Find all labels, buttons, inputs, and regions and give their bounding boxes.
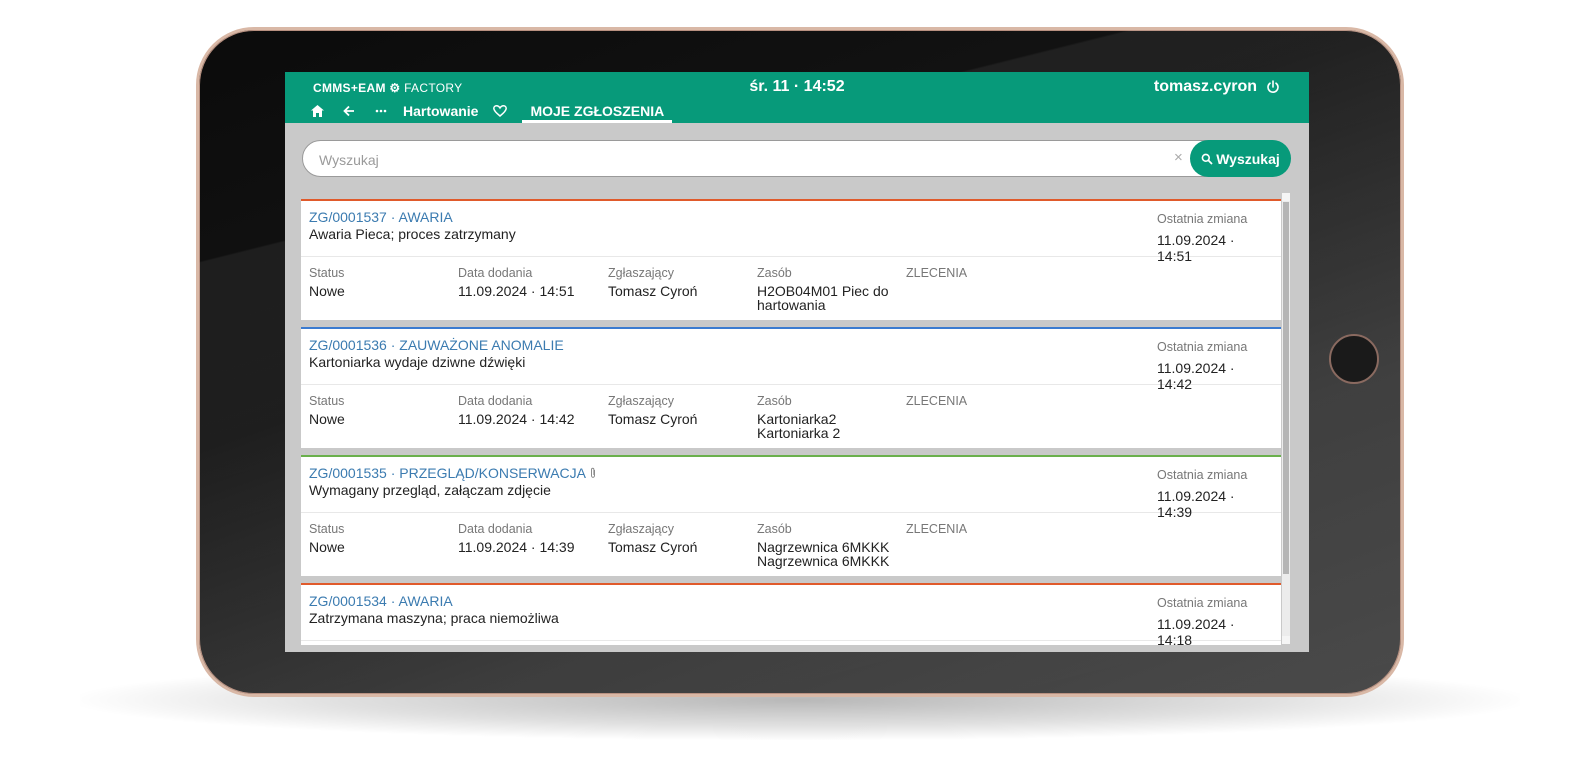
date-added-label: Data dodania: [458, 522, 533, 536]
asset-column: Zasób H2OB04M01 Piec do hartowania: [757, 266, 889, 312]
ticket-list: ZG/0001537 · AWARIA Awaria Pieca; proces…: [301, 199, 1281, 645]
user-name[interactable]: tomasz.cyron: [1154, 78, 1257, 96]
status-label: Status: [309, 394, 345, 408]
reporter-value: Tomasz Cyroń: [608, 539, 698, 555]
ticket-header: ZG/0001535 · PRZEGLĄD/KONSERWACJA Wymaga…: [301, 457, 1281, 520]
ticket-id[interactable]: ZG/0001537 · AWARIA: [309, 209, 453, 225]
asset-label: Zasób: [757, 266, 792, 280]
search-button-label: Wyszukaj: [1216, 150, 1280, 167]
ticket-card[interactable]: ZG/0001535 · PRZEGLĄD/KONSERWACJA Wymaga…: [301, 455, 1281, 576]
attachment-icon: [590, 467, 595, 478]
status-label: Status: [309, 522, 345, 536]
date-column: Data dodania 11.09.2024 · 14:39: [458, 522, 575, 554]
power-icon[interactable]: [1265, 79, 1281, 95]
scroll-up-arrow[interactable]: [1282, 193, 1290, 201]
list-scrollbar[interactable]: [1282, 193, 1290, 644]
date-added-value: 11.09.2024 · 14:51: [458, 283, 575, 299]
date-added-label: Data dodania: [458, 266, 533, 280]
reporter-column: Zgłaszający Tomasz Cyroń: [608, 266, 697, 298]
ticket-card[interactable]: ZG/0001537 · AWARIA Awaria Pieca; proces…: [301, 199, 1281, 320]
heart-icon[interactable]: [490, 102, 510, 120]
ticket-id[interactable]: ZG/0001536 · ZAUWAŻONE ANOMALIE: [309, 337, 564, 353]
orders-label[interactable]: ZLECENIA: [906, 394, 967, 408]
asset-label: Zasób: [757, 394, 792, 408]
status-value: Nowe: [309, 411, 345, 427]
reporter-label: Zgłaszający: [608, 522, 674, 536]
ticket-id[interactable]: ZG/0001535 · PRZEGLĄD/KONSERWACJA: [309, 465, 598, 481]
last-change-label: Ostatnia zmiana: [1157, 468, 1248, 482]
reporter-label: Zgłaszający: [608, 266, 674, 280]
orders-label[interactable]: ZLECENIA: [906, 522, 967, 536]
ticket-header: ZG/0001534 · AWARIA Zatrzymana maszyna; …: [301, 585, 1281, 645]
asset-column: Zasób Kartoniarka2 Kartoniarka 2: [757, 394, 840, 440]
breadcrumb-hartowanie[interactable]: Hartowanie: [403, 102, 478, 120]
reporter-label: Zgłaszający: [608, 394, 674, 408]
date-added-label: Data dodania: [458, 394, 533, 408]
search-input[interactable]: [317, 148, 1161, 171]
asset-value-line2: Nagrzewnica 6MKKK: [757, 553, 890, 569]
ticket-description: Kartoniarka wydaje dziwne dźwięki: [309, 354, 526, 370]
ticket-id-text: ZG/0001535 · PRZEGLĄD/KONSERWACJA: [309, 465, 586, 481]
ticket-card[interactable]: ZG/0001534 · AWARIA Zatrzymana maszyna; …: [301, 583, 1281, 645]
asset-label: Zasób: [757, 522, 792, 536]
last-change-value: 11.09.2024 · 14:39: [1157, 488, 1235, 520]
asset-value-line2: hartowania: [757, 297, 826, 313]
orders-label[interactable]: ZLECENIA: [906, 266, 967, 280]
reporter-value: Tomasz Cyroń: [608, 283, 698, 299]
orders-column: ZLECENIA: [906, 266, 967, 280]
search-bar: × Wyszukaj: [302, 140, 1291, 177]
ticket-card[interactable]: ZG/0001536 · ZAUWAŻONE ANOMALIE Kartonia…: [301, 327, 1281, 448]
scroll-down-arrow[interactable]: [1282, 636, 1290, 644]
date-column: Data dodania 11.09.2024 · 14:51: [458, 266, 575, 298]
status-label: Status: [309, 266, 345, 280]
home-icon[interactable]: [307, 102, 327, 120]
scroll-thumb[interactable]: [1283, 202, 1289, 574]
search-icon: [1201, 153, 1213, 165]
clear-icon[interactable]: ×: [1174, 150, 1190, 166]
status-column: Status Nowe: [309, 266, 345, 298]
asset-value-line1: Nagrzewnica 6MKKK: [757, 539, 890, 555]
status-value: Nowe: [309, 283, 345, 299]
date-added-value: 11.09.2024 · 14:39: [458, 539, 575, 555]
reporter-column: Zgłaszający Tomasz Cyroń: [608, 522, 697, 554]
asset-value-line1: Kartoniarka2: [757, 411, 837, 427]
ticket-id[interactable]: ZG/0001534 · AWARIA: [309, 593, 453, 609]
orders-column: ZLECENIA: [906, 394, 967, 408]
app-screen: CMMS+EAM ⚙ FACTORY śr. 11 · 14:52 tomasz…: [285, 72, 1309, 652]
ticket-description: Zatrzymana maszyna; praca niemożliwa: [309, 610, 559, 626]
tablet-home-button: [1329, 334, 1379, 384]
last-change-value: 11.09.2024 · 14:51: [1157, 232, 1235, 264]
ticket-header: ZG/0001537 · AWARIA Awaria Pieca; proces…: [301, 201, 1281, 264]
last-change-label: Ostatnia zmiana: [1157, 340, 1248, 354]
date-column: Data dodania 11.09.2024 · 14:42: [458, 394, 575, 426]
tab-moje-zgloszenia[interactable]: MOJE ZGŁOSZENIA: [522, 102, 673, 123]
reporter-value: Tomasz Cyroń: [608, 411, 698, 427]
last-change-value: 11.09.2024 · 14:18: [1157, 616, 1235, 645]
status-column: Status Nowe: [309, 522, 345, 554]
status-value: Nowe: [309, 539, 345, 555]
ticket-description: Awaria Pieca; proces zatrzymany: [309, 226, 516, 242]
ticket-header: ZG/0001536 · ZAUWAŻONE ANOMALIE Kartonia…: [301, 329, 1281, 392]
reporter-column: Zgłaszający Tomasz Cyroń: [608, 394, 697, 426]
last-change-label: Ostatnia zmiana: [1157, 212, 1248, 226]
last-change-value: 11.09.2024 · 14:42: [1157, 360, 1235, 392]
status-column: Status Nowe: [309, 394, 345, 426]
ticket-description: Wymagany przegląd, załączam zdjęcie: [309, 482, 551, 498]
date-added-value: 11.09.2024 · 14:42: [458, 411, 575, 427]
asset-value-line1: H2OB04M01 Piec do: [757, 283, 889, 299]
orders-column: ZLECENIA: [906, 522, 967, 536]
search-button[interactable]: Wyszukaj: [1190, 140, 1291, 177]
asset-column: Zasób Nagrzewnica 6MKKK Nagrzewnica 6MKK…: [757, 522, 889, 568]
back-arrow-icon[interactable]: [339, 102, 359, 120]
last-change-label: Ostatnia zmiana: [1157, 596, 1248, 610]
top-bar: CMMS+EAM ⚙ FACTORY śr. 11 · 14:52 tomasz…: [285, 72, 1309, 123]
nav-bar: Hartowanie MOJE ZGŁOSZENIA: [307, 102, 673, 123]
asset-value-line2: Kartoniarka 2: [757, 425, 841, 441]
more-icon[interactable]: [371, 102, 391, 120]
